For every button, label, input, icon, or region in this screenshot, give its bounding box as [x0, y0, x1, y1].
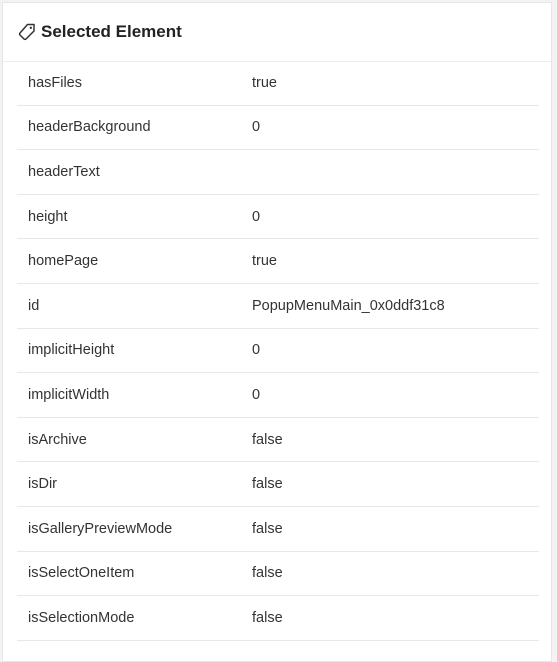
property-key: isDir — [28, 476, 57, 493]
property-value: PopupMenuMain_0x0ddf31c8 — [252, 297, 445, 314]
property-key: hasFiles — [28, 74, 82, 91]
panel-header: Selected Element — [3, 3, 551, 62]
property-value: false — [252, 476, 283, 493]
property-value: 0 — [252, 386, 261, 403]
property-key: headerBackground — [28, 119, 151, 136]
property-key: isGalleryPreviewMode — [28, 520, 173, 537]
property-row[interactable]: implicitHeight 0 — [17, 329, 539, 374]
property-row[interactable]: hasFiles true — [17, 61, 539, 106]
property-value: 0 — [252, 208, 261, 225]
property-row[interactable]: isArchive false — [17, 418, 539, 463]
property-row[interactable]: isGalleryPreviewMode false — [17, 507, 539, 552]
property-value: false — [252, 520, 283, 537]
property-row[interactable]: homePage true — [17, 239, 539, 284]
property-row[interactable]: id PopupMenuMain_0x0ddf31c8 — [17, 284, 539, 329]
panel-title: Selected Element — [41, 22, 182, 41]
property-value: true — [252, 74, 277, 91]
property-key: isSelectionMode — [28, 609, 135, 626]
property-key: headerText — [28, 163, 100, 180]
property-row[interactable]: height 0 — [17, 195, 539, 240]
property-key: implicitHeight — [28, 342, 115, 359]
property-row[interactable]: implicitWidth 0 — [17, 373, 539, 418]
property-value: 0 — [252, 119, 261, 136]
property-row[interactable]: isSelectOneItem false — [17, 552, 539, 597]
property-row[interactable]: headerText — [17, 150, 539, 195]
property-key: isSelectOneItem — [28, 565, 135, 582]
selected-element-panel: Selected Element hasFiles true headerBac… — [2, 2, 552, 662]
property-list: hasFiles true headerBackground 0 headerT… — [17, 61, 539, 641]
property-row[interactable]: headerBackground 0 — [17, 106, 539, 151]
property-value: false — [252, 431, 283, 448]
property-key: height — [28, 208, 68, 225]
property-value: false — [252, 609, 283, 626]
property-value: false — [252, 565, 283, 582]
property-key: implicitWidth — [28, 386, 110, 403]
property-key: id — [28, 297, 40, 314]
property-key: isArchive — [28, 431, 87, 448]
property-row[interactable]: isSelectionMode false — [17, 596, 539, 641]
property-row[interactable]: isDir false — [17, 462, 539, 507]
property-value: true — [252, 253, 277, 270]
property-value: 0 — [252, 342, 261, 359]
tag-icon — [18, 23, 35, 41]
property-key: homePage — [28, 253, 99, 270]
